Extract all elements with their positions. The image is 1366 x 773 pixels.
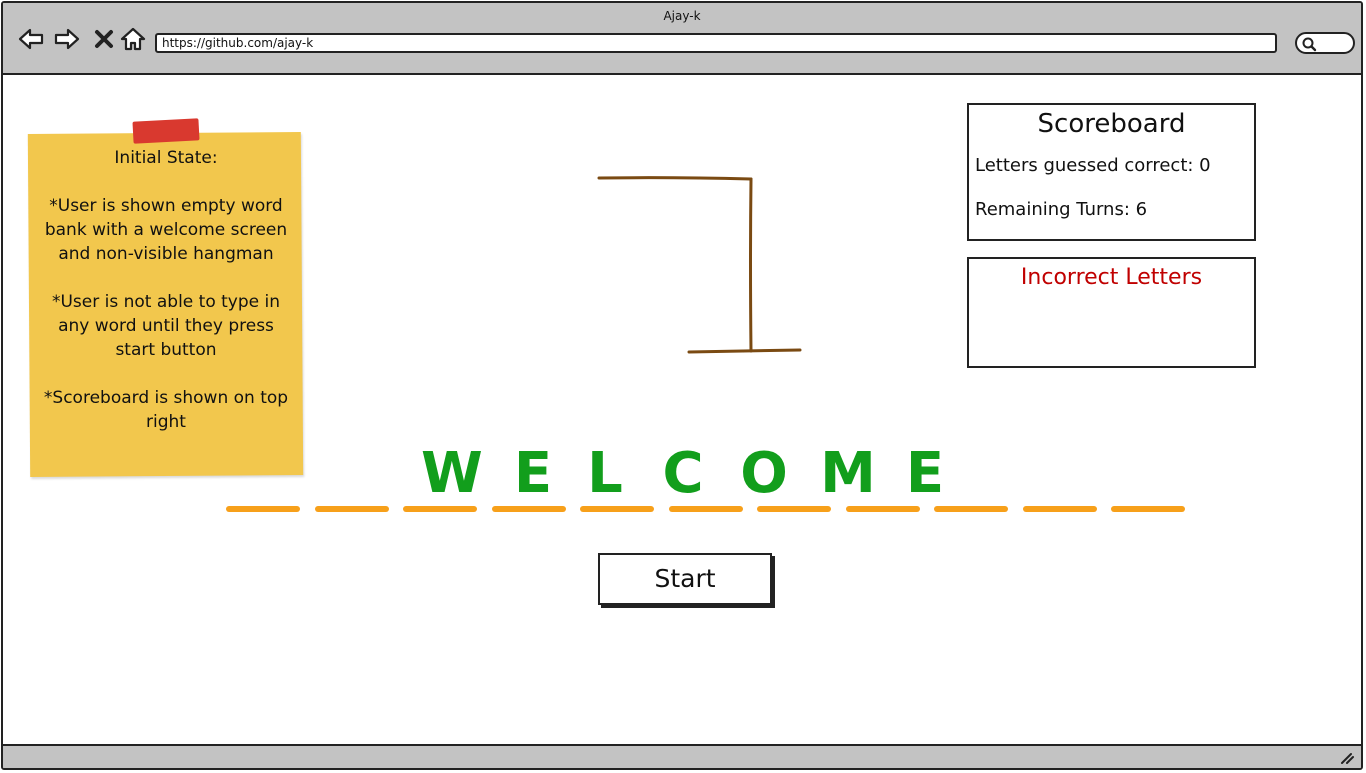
welcome-letter: M	[820, 441, 876, 506]
forward-arrow-icon[interactable]	[53, 25, 81, 53]
back-arrow-icon[interactable]	[17, 25, 45, 53]
letter-blank	[934, 506, 1008, 512]
status-bar	[3, 744, 1361, 768]
sticky-note-tape	[132, 118, 200, 144]
letter-blank	[757, 506, 831, 512]
letter-blank	[491, 506, 566, 512]
note-item: *Scoreboard is shown on top right	[43, 388, 289, 432]
welcome-letter: E	[905, 441, 945, 506]
start-button[interactable]: Start	[598, 553, 772, 605]
welcome-letter: W	[421, 441, 483, 506]
search-field[interactable]	[1295, 32, 1355, 54]
letter-blank	[226, 506, 300, 512]
search-icon	[1302, 37, 1317, 52]
note-item: *User is shown empty word bank with a we…	[44, 196, 288, 264]
home-icon[interactable]	[119, 25, 147, 53]
note-heading: Initial State:	[114, 148, 218, 168]
letter-blank	[403, 506, 477, 512]
resize-grip-icon[interactable]	[1339, 751, 1355, 765]
incorrect-letters-panel: Incorrect Letters	[967, 257, 1256, 368]
incorrect-letters-title: Incorrect Letters	[1020, 265, 1203, 290]
welcome-letter: O	[740, 441, 788, 506]
welcome-letter: C	[662, 441, 704, 506]
welcome-letter: L	[587, 441, 623, 506]
address-bar[interactable]: https://github.com/ajay-k	[155, 33, 1277, 53]
browser-toolbar: Ajay-k https://github.com/ajay-k	[3, 3, 1361, 75]
letter-blank	[1022, 506, 1097, 512]
gallows-drawing	[597, 176, 802, 354]
close-x-icon[interactable]	[91, 25, 119, 53]
sticky-note-text: Initial State: *User is shown empty word…	[37, 146, 295, 434]
browser-window: Ajay-k https://github.com/ajay-k Initial…	[1, 1, 1363, 770]
scoreboard-title: Scoreboard	[1037, 109, 1186, 139]
letter-blank	[668, 506, 743, 512]
letter-blank	[1111, 506, 1185, 512]
letter-blank	[314, 506, 389, 512]
correct-count: Letters guessed correct: 0	[975, 155, 1211, 176]
letter-blank	[580, 506, 654, 512]
remaining-turns: Remaining Turns: 6	[975, 199, 1148, 220]
welcome-letter: E	[513, 441, 553, 506]
note-item: *User is not able to type in any word un…	[51, 292, 281, 360]
scoreboard-panel: Scoreboard Letters guessed correct: 0 Re…	[967, 103, 1256, 241]
letter-blank	[845, 506, 920, 512]
window-title: Ajay-k	[663, 9, 701, 23]
